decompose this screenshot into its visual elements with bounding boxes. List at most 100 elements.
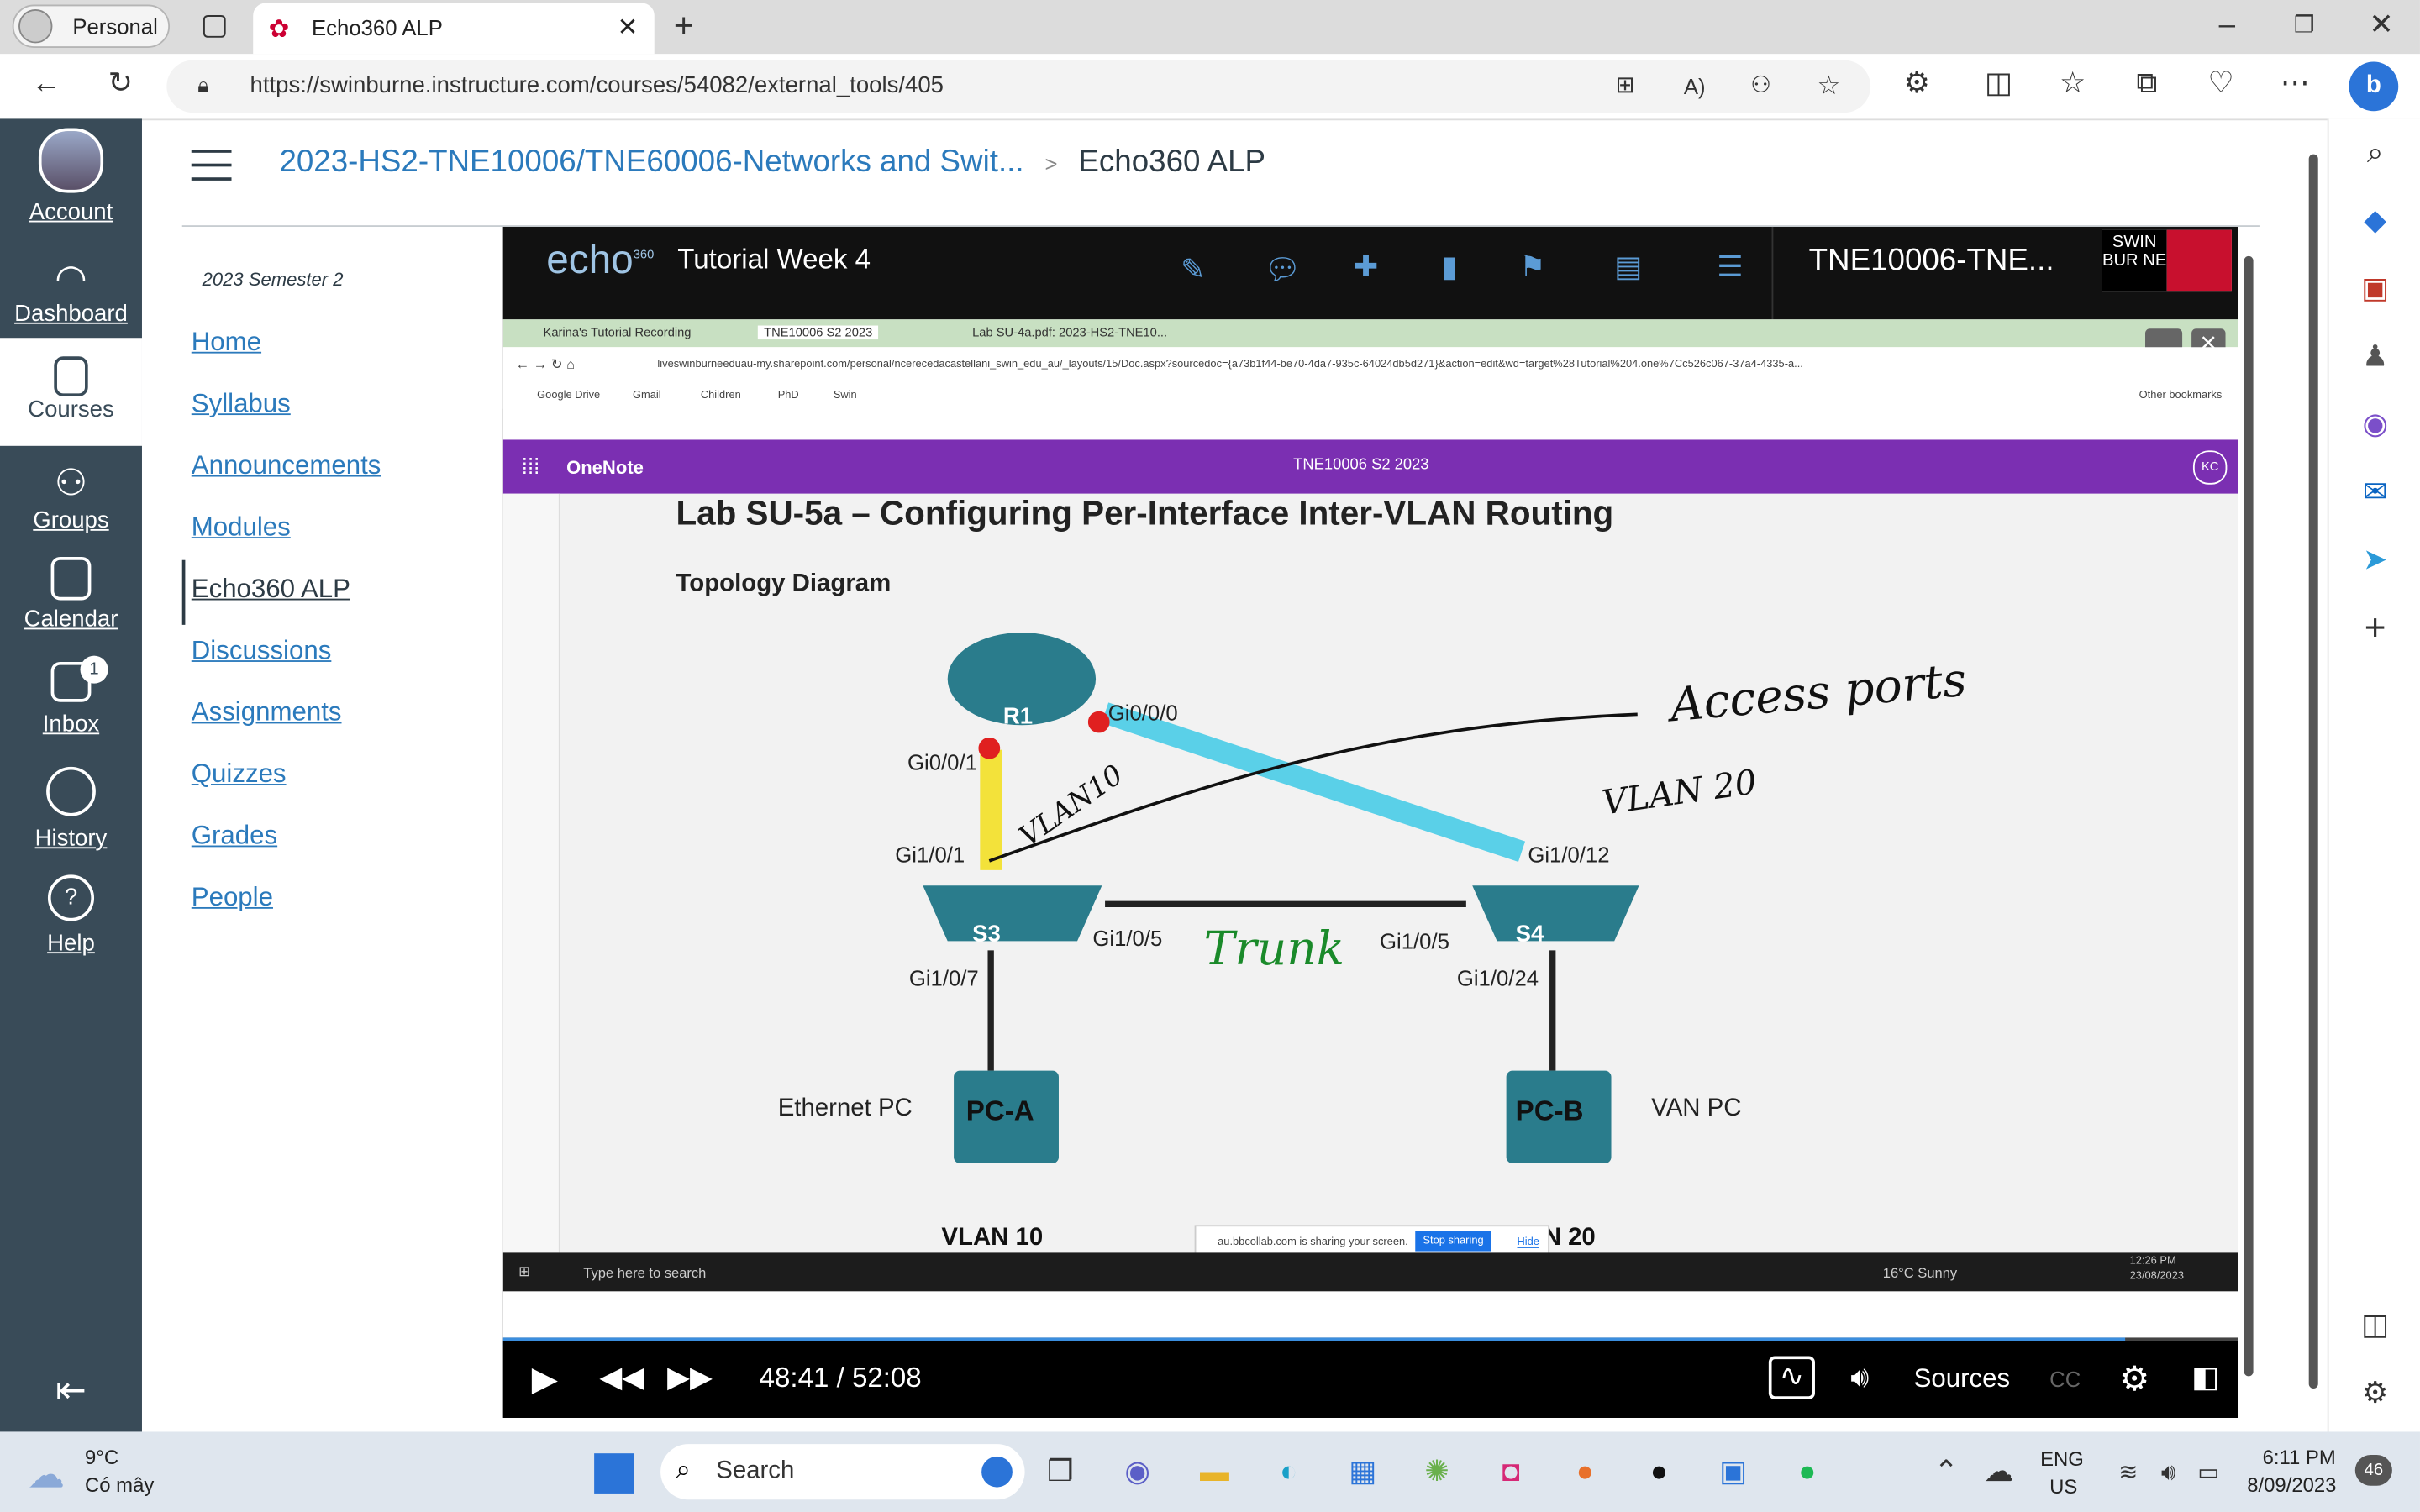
taskbar-search[interactable]: ⌕ Search [660, 1444, 1025, 1500]
hamburger-icon[interactable] [191, 150, 232, 181]
course-nav-quizzes[interactable]: Quizzes [192, 759, 381, 821]
more-menu-icon[interactable]: ⋯ [2272, 61, 2318, 108]
rewind-icon[interactable]: ◀◀ [599, 1356, 645, 1402]
course-nav-syllabus[interactable]: Syllabus [192, 389, 381, 450]
settings-icon[interactable]: ⚙ [2112, 1356, 2158, 1402]
stop-sharing-button[interactable]: Stop sharing [1415, 1231, 1491, 1252]
minimize-icon[interactable]: – [2204, 3, 2250, 50]
gi105b-label: Gi1/0/5 [1380, 928, 1449, 954]
bookmark-icon[interactable]: ▮ [1426, 245, 1472, 291]
outline-list-icon[interactable]: ☰ [1707, 245, 1753, 291]
sidebar-settings-icon[interactable]: ⚙ [2352, 1372, 2398, 1418]
extensions-icon[interactable]: ⚙ [1894, 61, 1940, 108]
course-nav-modules[interactable]: Modules [192, 512, 381, 574]
tray-expand-icon[interactable]: ⌃ [1923, 1450, 1970, 1496]
course-nav-people[interactable]: People [192, 883, 381, 944]
swinburne-logo: SWIN BUR NE [2102, 229, 2232, 292]
nav-inbox[interactable]: 1 Inbox [0, 655, 142, 738]
course-nav-home[interactable]: Home [192, 327, 381, 388]
course-nav-grades[interactable]: Grades [192, 821, 381, 882]
activity-icon[interactable]: ∿ [1768, 1356, 1815, 1399]
address-bar[interactable]: 🔒︎ https://swinburne.instructure.com/cou… [166, 60, 1871, 113]
instagram-icon[interactable]: ◘ [1488, 1450, 1534, 1496]
breadcrumb-course-link[interactable]: 2023-HS2-TNE10006/TNE60006-Networks and … [279, 145, 1023, 179]
profile-share-icon[interactable]: ⚇ [1738, 63, 1784, 109]
volume-icon[interactable]: 🔊︎ [1837, 1356, 1883, 1402]
dashboard-icon: ◠ [55, 257, 87, 300]
nav-history[interactable]: History [0, 766, 142, 852]
courses-icon [54, 356, 88, 397]
battery-icon[interactable]: ▭ [2186, 1450, 2232, 1496]
restore-icon[interactable]: ❐ [2281, 3, 2328, 50]
teams-icon[interactable]: ◉ [1114, 1450, 1160, 1496]
app-green-icon[interactable]: ✺ [1413, 1450, 1460, 1496]
task-view-icon[interactable]: ❐ [1037, 1450, 1083, 1496]
sidebar-send-icon[interactable]: ➤ [2352, 538, 2398, 585]
nav-groups[interactable]: ⚇ Groups [0, 461, 142, 533]
fast-forward-icon[interactable]: ▶▶ [666, 1356, 713, 1402]
course-nav-echo360[interactable]: Echo360 ALP [192, 574, 381, 635]
sources-button[interactable]: Sources [1914, 1364, 2011, 1395]
collections-icon[interactable]: ⧉ [2123, 61, 2170, 108]
nav-dashboard[interactable]: ◠ Dashboard [0, 258, 142, 328]
active-nav-indicator [182, 559, 186, 625]
tray-date[interactable]: 8/09/2023 [2247, 1473, 2336, 1497]
spotify-icon[interactable]: ● [1784, 1450, 1830, 1496]
notification-badge[interactable]: 46 [2354, 1455, 2392, 1486]
sidebar-outlook-icon[interactable]: ✉ [2352, 470, 2398, 517]
cc-button[interactable]: CC [2049, 1367, 2081, 1391]
favorite-star-icon[interactable]: ☆ [1806, 63, 1852, 109]
sidebar-tools-icon[interactable]: ▣ [2352, 267, 2398, 313]
apps-icon[interactable]: ⊞ [1602, 63, 1648, 109]
store-icon[interactable]: ▦ [1339, 1450, 1386, 1496]
notes-icon[interactable]: ✎ [1170, 249, 1216, 295]
back-icon[interactable]: ← [24, 61, 70, 108]
reload-icon[interactable]: ↻ [97, 61, 144, 108]
ask-question-icon[interactable]: ✚ [1343, 245, 1389, 291]
collapse-nav-icon[interactable]: ⇤ [0, 1368, 142, 1413]
nav-courses[interactable]: Courses [0, 338, 142, 446]
firefox-icon[interactable]: ● [1562, 1450, 1608, 1496]
course-nav-discussions[interactable]: Discussions [192, 636, 381, 697]
file-explorer-icon[interactable]: ▬ [1192, 1450, 1238, 1496]
tab-actions-icon[interactable]: ▢ [192, 3, 238, 50]
hide-link[interactable]: Hide [1517, 1237, 1539, 1248]
layout-icon[interactable]: ◧ [2182, 1356, 2228, 1402]
browser-tabstrip: Personal ▢ ✿ Echo360 ALP ✕ + – ❐ ✕ [0, 0, 2420, 55]
tab-close-icon[interactable]: ✕ [618, 13, 639, 44]
app-blue-icon[interactable]: ▣ [1710, 1450, 1756, 1496]
sidebar-shopping-icon[interactable]: ◆ [2352, 199, 2398, 245]
discussion-icon[interactable]: 💬︎ [1260, 249, 1306, 295]
course-nav-assignments[interactable]: Assignments [192, 697, 381, 759]
nav-help[interactable]: ? Help [0, 874, 142, 957]
course-nav-announcements[interactable]: Announcements [192, 450, 381, 512]
sidebar-hide-icon[interactable]: ◫ [2352, 1304, 2398, 1350]
nav-calendar[interactable]: Calendar [0, 557, 142, 633]
nav-account[interactable]: Account [0, 128, 142, 225]
page-scrollbar[interactable] [2306, 123, 2321, 1420]
tray-time[interactable]: 6:11 PM [2263, 1446, 2336, 1469]
flag-icon[interactable]: ⚑ [1509, 245, 1555, 291]
performance-icon[interactable]: ♡ [2197, 61, 2244, 108]
search-icon: ⌕ [676, 1455, 691, 1484]
window-close-icon[interactable]: ✕ [2358, 3, 2404, 50]
sidebar-office-icon[interactable]: ◉ [2352, 402, 2398, 449]
new-tab-icon[interactable]: + [660, 3, 707, 50]
sidebar-add-icon[interactable]: + [2352, 606, 2398, 653]
transcript-icon[interactable]: ▤ [1605, 245, 1651, 291]
copilot-icon[interactable]: b [2349, 61, 2399, 112]
favorites-icon[interactable]: ☆ [2049, 61, 2096, 108]
play-icon[interactable]: ▶ [522, 1356, 568, 1402]
sidebar-search-icon[interactable]: ⌕ [2352, 131, 2398, 177]
split-screen-icon[interactable]: ◫ [1975, 61, 2022, 108]
read-aloud-icon[interactable]: A) [1671, 63, 1718, 109]
edge-icon[interactable]: ◐ [1265, 1450, 1312, 1496]
profile-button[interactable]: Personal [12, 4, 171, 48]
start-icon[interactable] [594, 1453, 634, 1494]
tray-language[interactable]: ENG [2040, 1447, 2084, 1471]
tab-echo360[interactable]: ✿ Echo360 ALP ✕ [253, 3, 655, 55]
player-scrollbar[interactable] [2241, 232, 2256, 1404]
tray-cloud-icon[interactable]: ☁ [1975, 1450, 2022, 1496]
sidebar-games-icon[interactable]: ♟ [2352, 335, 2398, 381]
github-icon[interactable]: ● [1636, 1450, 1682, 1496]
